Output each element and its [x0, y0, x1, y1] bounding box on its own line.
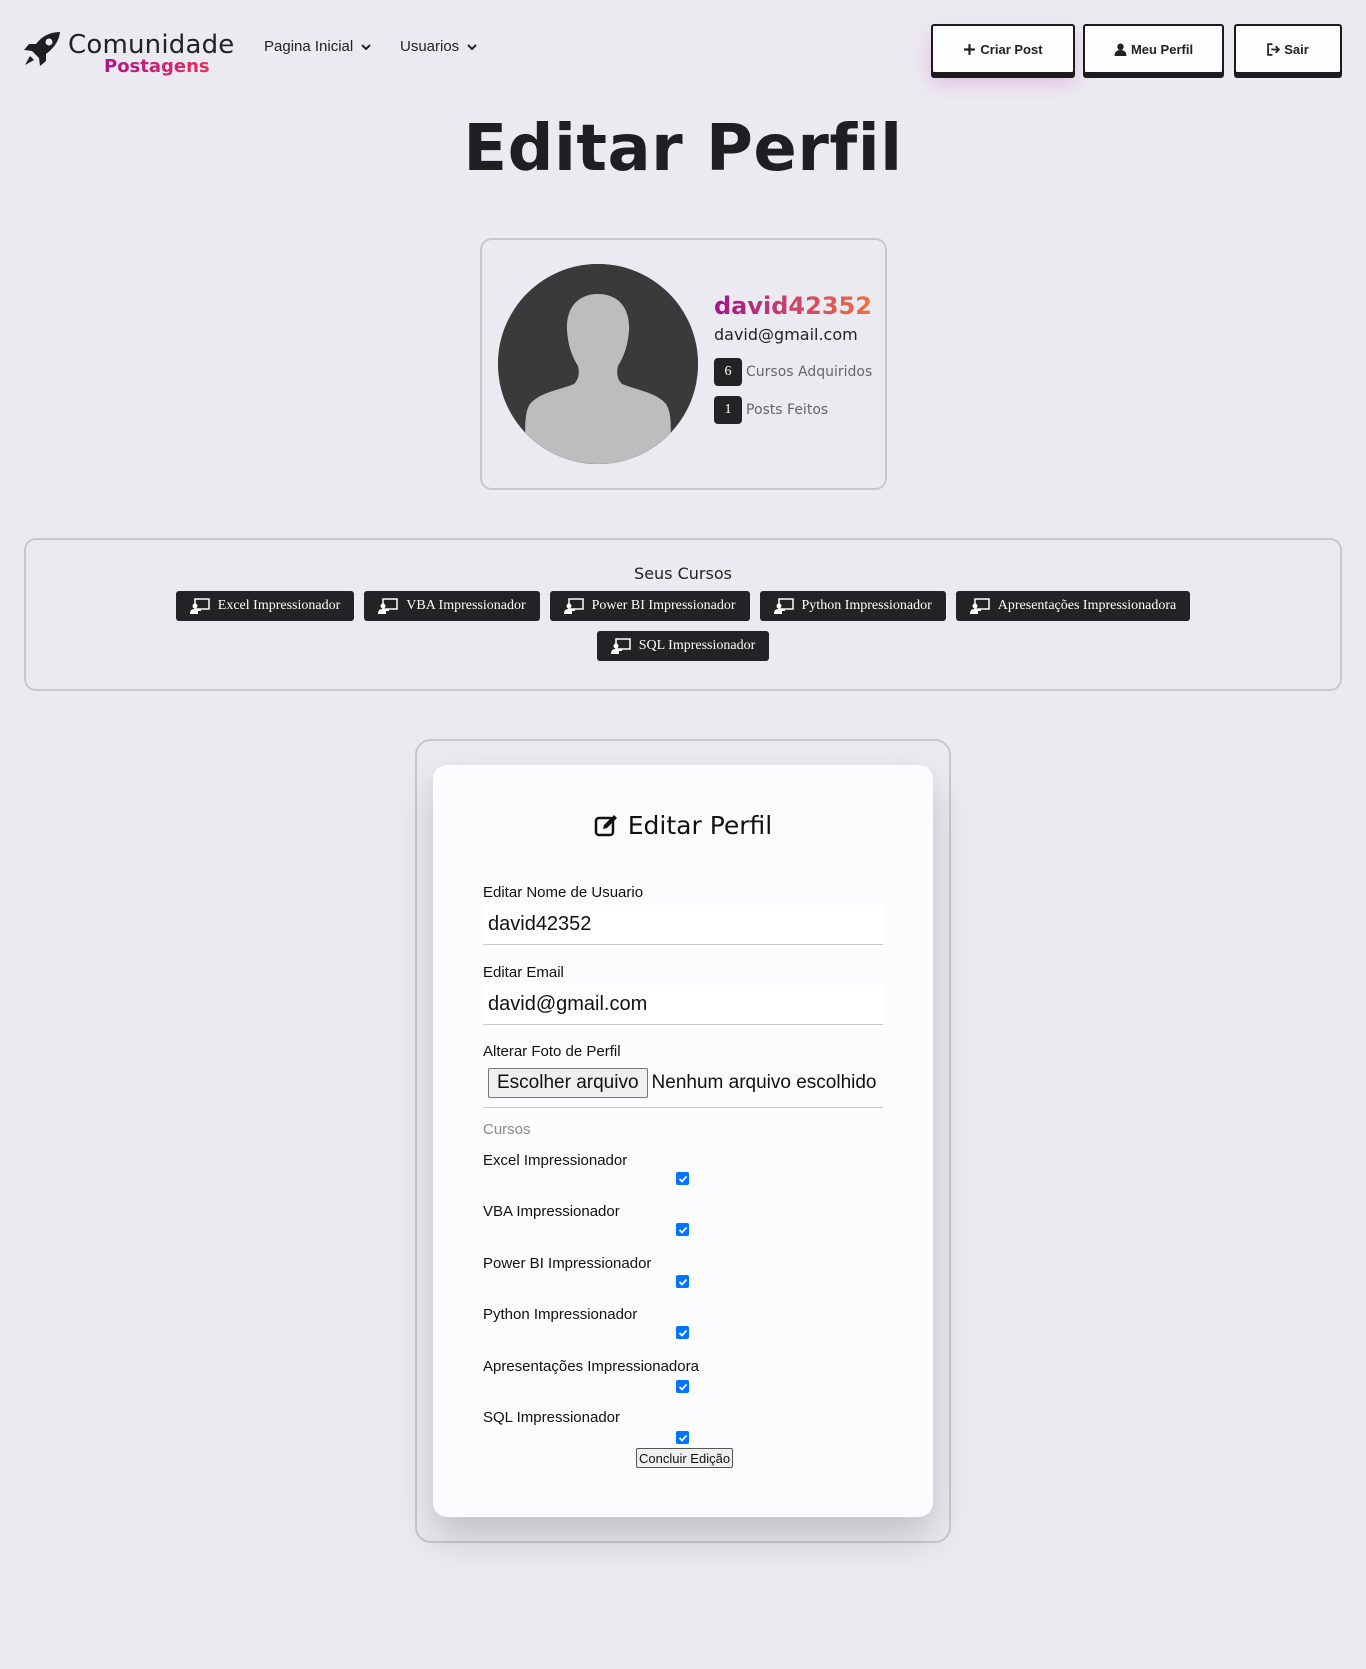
chevron-down-icon: [467, 43, 477, 50]
nav-link-label: Pagina Inicial: [264, 38, 354, 55]
stat-label: Posts Feitos: [746, 402, 829, 418]
course-checkbox-item: Python Impressionador: [483, 1306, 883, 1356]
criar-post-label: Criar Post: [980, 41, 1043, 57]
course-checkbox-label: SQL Impressionador: [483, 1409, 621, 1426]
user-icon: [1114, 43, 1127, 56]
course-tag-label: Apresentações Impressionadora: [997, 598, 1177, 613]
course-checkbox[interactable]: [676, 1275, 689, 1288]
sign-out-icon: [1267, 42, 1281, 56]
course-checkbox-item: Apresentações Impressionadora: [483, 1358, 883, 1408]
teacher-icon: [773, 598, 794, 614]
courses-field-label: Cursos: [483, 1121, 531, 1138]
course-tag-label: Python Impressionador: [801, 598, 932, 613]
meu-perfil-label: Meu Perfil: [1130, 41, 1194, 57]
course-checkbox[interactable]: [676, 1380, 689, 1393]
brand-logo[interactable]: Comunidade Postagens: [22, 26, 242, 77]
courses-box: Seus Cursos Excel Impressionador VBA Imp…: [24, 538, 1342, 691]
profile-card: david42352 david@gmail.com 6 Cursos Adqu…: [480, 238, 887, 490]
sair-button[interactable]: Sair: [1234, 24, 1342, 74]
teacher-icon: [189, 598, 210, 614]
username-label: Editar Nome de Usuario: [483, 884, 644, 901]
meu-perfil-button[interactable]: Meu Perfil: [1083, 24, 1224, 74]
user-silhouette-icon: [498, 264, 698, 464]
course-checkbox[interactable]: [676, 1326, 689, 1339]
teacher-icon: [563, 598, 584, 614]
profile-username: david42352: [714, 292, 872, 320]
page-title: Editar Perfil: [463, 112, 903, 186]
avatar: [498, 264, 698, 464]
course-checkbox-label: VBA Impressionador: [483, 1203, 620, 1220]
nav-link-label: Usuarios: [400, 38, 460, 55]
check-icon: [678, 1278, 687, 1286]
stat-count: 6: [714, 358, 742, 386]
course-checkbox-label: Apresentações Impressionadora: [483, 1358, 699, 1375]
edit-icon: [594, 814, 617, 836]
check-icon: [678, 1383, 687, 1391]
photo-file-input[interactable]: Escolher arquivo Nenhum arquivo escolhid…: [483, 1068, 883, 1108]
course-checkbox-item: VBA Impressionador: [483, 1203, 883, 1253]
course-tag: SQL Impressionador: [596, 631, 770, 661]
rocket-icon: [24, 32, 60, 66]
nav-usuarios[interactable]: Usuarios: [400, 38, 477, 55]
course-tag-label: Excel Impressionador: [217, 598, 341, 613]
course-tags-row: SQL Impressionador: [26, 631, 1340, 661]
teacher-icon: [969, 598, 990, 614]
course-checkbox[interactable]: [676, 1223, 689, 1236]
photo-label: Alterar Foto de Perfil: [483, 1043, 621, 1060]
stat-count: 1: [714, 396, 742, 424]
chevron-down-icon: [361, 43, 371, 50]
nav-pagina-inicial[interactable]: Pagina Inicial: [264, 38, 371, 55]
course-checkbox-label: Excel Impressionador: [483, 1152, 628, 1169]
sair-label: Sair: [1284, 41, 1309, 57]
check-icon: [678, 1226, 687, 1234]
course-checkbox[interactable]: [676, 1172, 689, 1185]
stat-posts-feitos: 1 Posts Feitos: [714, 396, 828, 424]
course-checkbox-item: Excel Impressionador: [483, 1152, 883, 1202]
teacher-icon: [378, 598, 398, 614]
course-checkbox-label: Python Impressionador: [483, 1306, 638, 1323]
email-label: Editar Email: [483, 964, 564, 981]
form-heading-label: Editar Perfil: [627, 811, 773, 840]
course-tag-label: SQL Impressionador: [638, 638, 756, 653]
check-icon: [678, 1175, 687, 1183]
course-tag-label: Power BI Impressionador: [591, 598, 736, 613]
course-tag: Apresentações Impressionadora: [955, 591, 1191, 621]
profile-email: david@gmail.com: [714, 325, 858, 344]
check-icon: [678, 1329, 687, 1337]
course-tags-row: Excel Impressionador VBA Impressionador …: [26, 591, 1340, 621]
choose-file-button[interactable]: Escolher arquivo: [488, 1068, 648, 1098]
course-tag: Python Impressionador: [759, 591, 946, 621]
courses-title: Seus Cursos: [634, 564, 732, 583]
form-heading: Editar Perfil: [433, 811, 933, 840]
course-checkbox[interactable]: [676, 1431, 689, 1444]
email-input[interactable]: [483, 985, 883, 1025]
check-icon: [678, 1434, 687, 1442]
stat-label: Cursos Adquiridos: [746, 364, 873, 380]
navbar: Comunidade Postagens Pagina Inicial Usua…: [0, 0, 1366, 96]
plus-icon: [964, 43, 976, 55]
concluir-edicao-button[interactable]: Concluir Edição: [636, 1448, 734, 1468]
course-tag-label: VBA Impressionador: [406, 598, 526, 613]
course-checkbox-item: Power BI Impressionador: [483, 1255, 883, 1305]
criar-post-button[interactable]: Criar Post: [931, 24, 1075, 74]
brand-subtitle: Postagens: [104, 56, 210, 77]
teacher-icon: [610, 638, 631, 654]
course-checkbox-label: Power BI Impressionador: [483, 1255, 652, 1272]
file-status: Nenhum arquivo escolhido: [651, 1072, 877, 1093]
stat-cursos-adquiridos: 6 Cursos Adquiridos: [714, 358, 872, 386]
course-tag: Excel Impressionador: [175, 591, 355, 621]
username-input[interactable]: [483, 905, 883, 945]
course-tag: VBA Impressionador: [364, 591, 540, 621]
course-tag: Power BI Impressionador: [549, 591, 750, 621]
